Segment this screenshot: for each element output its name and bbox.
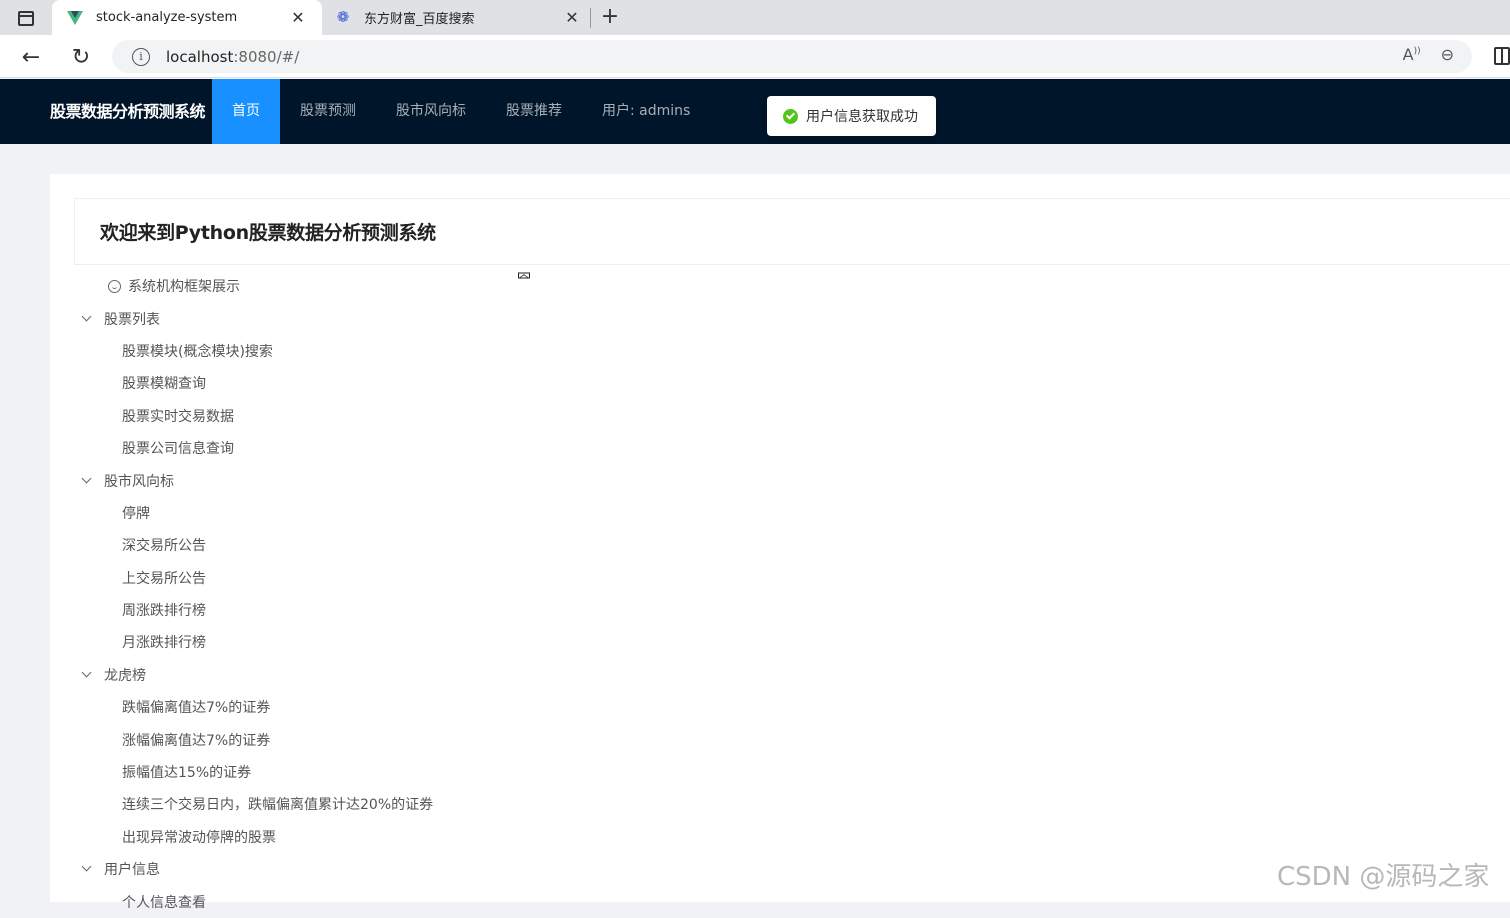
url-text[interactable]: localhost:8080/#/	[166, 48, 299, 66]
reload-icon[interactable]: ↻	[67, 43, 95, 71]
tree-item[interactable]: 涨幅偏离值达7%的证券	[80, 723, 680, 755]
tree-item-label: 股票模块(概念模块)搜索	[122, 343, 273, 360]
close-icon[interactable]: ✕	[562, 8, 582, 27]
tree-item-label: 系统机构框架展示	[128, 279, 240, 296]
mouse-cursor-icon: ⮹	[516, 264, 532, 288]
main-content: 欢迎来到Python股票数据分析预测系统 系统机构框架展示 股票列表 股票模块(…	[50, 174, 1510, 911]
tree-item[interactable]: 股票模糊查询	[80, 367, 680, 399]
chevron-down-icon[interactable]	[80, 312, 94, 326]
tree-group[interactable]: 用户信息	[80, 853, 680, 885]
tree-item-label: 周涨跌排行榜	[122, 603, 206, 620]
info-icon[interactable]: i	[132, 47, 150, 66]
back-arrow-icon[interactable]: ←	[17, 43, 45, 71]
tree-item-label: 上交易所公告	[122, 570, 206, 587]
tree-item[interactable]: 系统机构框架展示	[80, 270, 680, 302]
browser-tab-bar: stock-analyze-system ✕ ❁ 东方财富_百度搜索 ✕ +	[0, 0, 1510, 35]
tree-group[interactable]: 股市风向标	[80, 464, 680, 496]
tree-item-label: 股票模糊查询	[122, 376, 206, 393]
browser-tab-inactive[interactable]: ❁ 东方财富_百度搜索 ✕	[330, 0, 586, 35]
tree-item[interactable]: 连续三个交易日内，跌幅偏离值累计达20%的证券	[80, 788, 680, 820]
app-brand: 股票数据分析预测系统	[50, 102, 206, 121]
tree-item[interactable]: 深交易所公告	[80, 529, 680, 561]
tree-group[interactable]: 龙虎榜	[80, 659, 680, 691]
tree-item[interactable]: 股票实时交易数据	[80, 400, 680, 432]
menu-item-user[interactable]: 用户: admins	[582, 79, 710, 144]
tab-title: 东方财富_百度搜索	[364, 12, 475, 27]
tree-item-label: 月涨跌排行榜	[122, 635, 206, 652]
new-tab-button[interactable]: +	[598, 4, 622, 29]
tree-item-label: 深交易所公告	[122, 538, 206, 555]
menu-item-home[interactable]: 首页	[212, 79, 280, 144]
close-icon[interactable]: ✕	[288, 8, 308, 27]
tree-item-label: 股票实时交易数据	[122, 408, 234, 425]
menu-item-stock-prediction[interactable]: 股票预测	[280, 79, 376, 144]
tab-title: stock-analyze-system	[96, 10, 238, 25]
watermark: CSDN @源码之家	[1277, 862, 1490, 892]
tree-group-label: 用户信息	[104, 862, 160, 879]
success-toast: 用户信息获取成功	[767, 96, 936, 136]
browser-tab-active[interactable]: stock-analyze-system ✕	[52, 0, 322, 35]
url-host: localhost	[166, 47, 234, 66]
tree-item[interactable]: 月涨跌排行榜	[80, 626, 680, 658]
tree-group[interactable]: 股票列表	[80, 302, 680, 334]
split-screen-icon[interactable]	[1494, 47, 1510, 65]
chevron-down-icon[interactable]	[80, 474, 94, 488]
toast-message: 用户信息获取成功	[806, 109, 918, 125]
main-menu: 首页 股票预测 股市风向标 股票推荐 用户: admins	[212, 79, 710, 144]
tree-group-label: 龙虎榜	[104, 667, 146, 684]
tree-item[interactable]: 股票模块(概念模块)搜索	[80, 335, 680, 367]
tab-divider	[590, 8, 591, 28]
tree-item[interactable]: 停牌	[80, 497, 680, 529]
tree-item[interactable]: 股票公司信息查询	[80, 432, 680, 464]
tree-group-label: 股市风向标	[104, 473, 174, 490]
smile-icon	[108, 279, 121, 293]
tree-item-label: 股票公司信息查询	[122, 441, 234, 458]
tree-group-label: 股票列表	[104, 311, 160, 328]
read-aloud-icon[interactable]: A))	[1403, 45, 1421, 64]
page-title: 欢迎来到Python股票数据分析预测系统	[74, 198, 1510, 265]
address-bar: ← ↻ i localhost:8080/#/ A)) ⊖	[0, 35, 1510, 78]
menu-item-stock-recommend[interactable]: 股票推荐	[486, 79, 582, 144]
tree-item-label: 振幅值达15%的证券	[122, 765, 252, 782]
feature-tree: 系统机构框架展示 股票列表 股票模块(概念模块)搜索 股票模糊查询 股票实时交易…	[80, 270, 680, 918]
url-field[interactable]: i localhost:8080/#/ A)) ⊖	[112, 40, 1472, 73]
tree-item-label: 涨幅偏离值达7%的证券	[122, 732, 271, 749]
vue-logo-icon	[66, 9, 84, 27]
tree-item-label: 停牌	[122, 505, 150, 522]
chevron-down-icon[interactable]	[80, 668, 94, 682]
zoom-icon[interactable]: ⊖	[1441, 45, 1454, 64]
tree-item[interactable]: 出现异常波动停牌的股票	[80, 821, 680, 853]
chevron-down-icon[interactable]	[80, 862, 94, 876]
tree-item-label: 跌幅偏离值达7%的证券	[122, 700, 271, 717]
tree-item-label: 出现异常波动停牌的股票	[122, 829, 276, 846]
menu-item-market-indicator[interactable]: 股市风向标	[376, 79, 486, 144]
tree-item[interactable]: 周涨跌排行榜	[80, 594, 680, 626]
tree-item[interactable]: 振幅值达15%的证券	[80, 756, 680, 788]
tree-item[interactable]: 跌幅偏离值达7%的证券	[80, 691, 680, 723]
tab-actions-button[interactable]	[10, 6, 42, 30]
check-circle-icon	[783, 108, 798, 124]
window-icon	[18, 10, 34, 26]
tree-item[interactable]: 上交易所公告	[80, 562, 680, 594]
tree-item-label: 连续三个交易日内，跌幅偏离值累计达20%的证券	[122, 797, 434, 814]
url-path: :8080/#/	[233, 47, 300, 66]
baidu-paw-icon: ❁	[336, 8, 350, 26]
app-header: 股票数据分析预测系统 首页 股票预测 股市风向标 股票推荐 用户: admins	[0, 79, 1510, 144]
